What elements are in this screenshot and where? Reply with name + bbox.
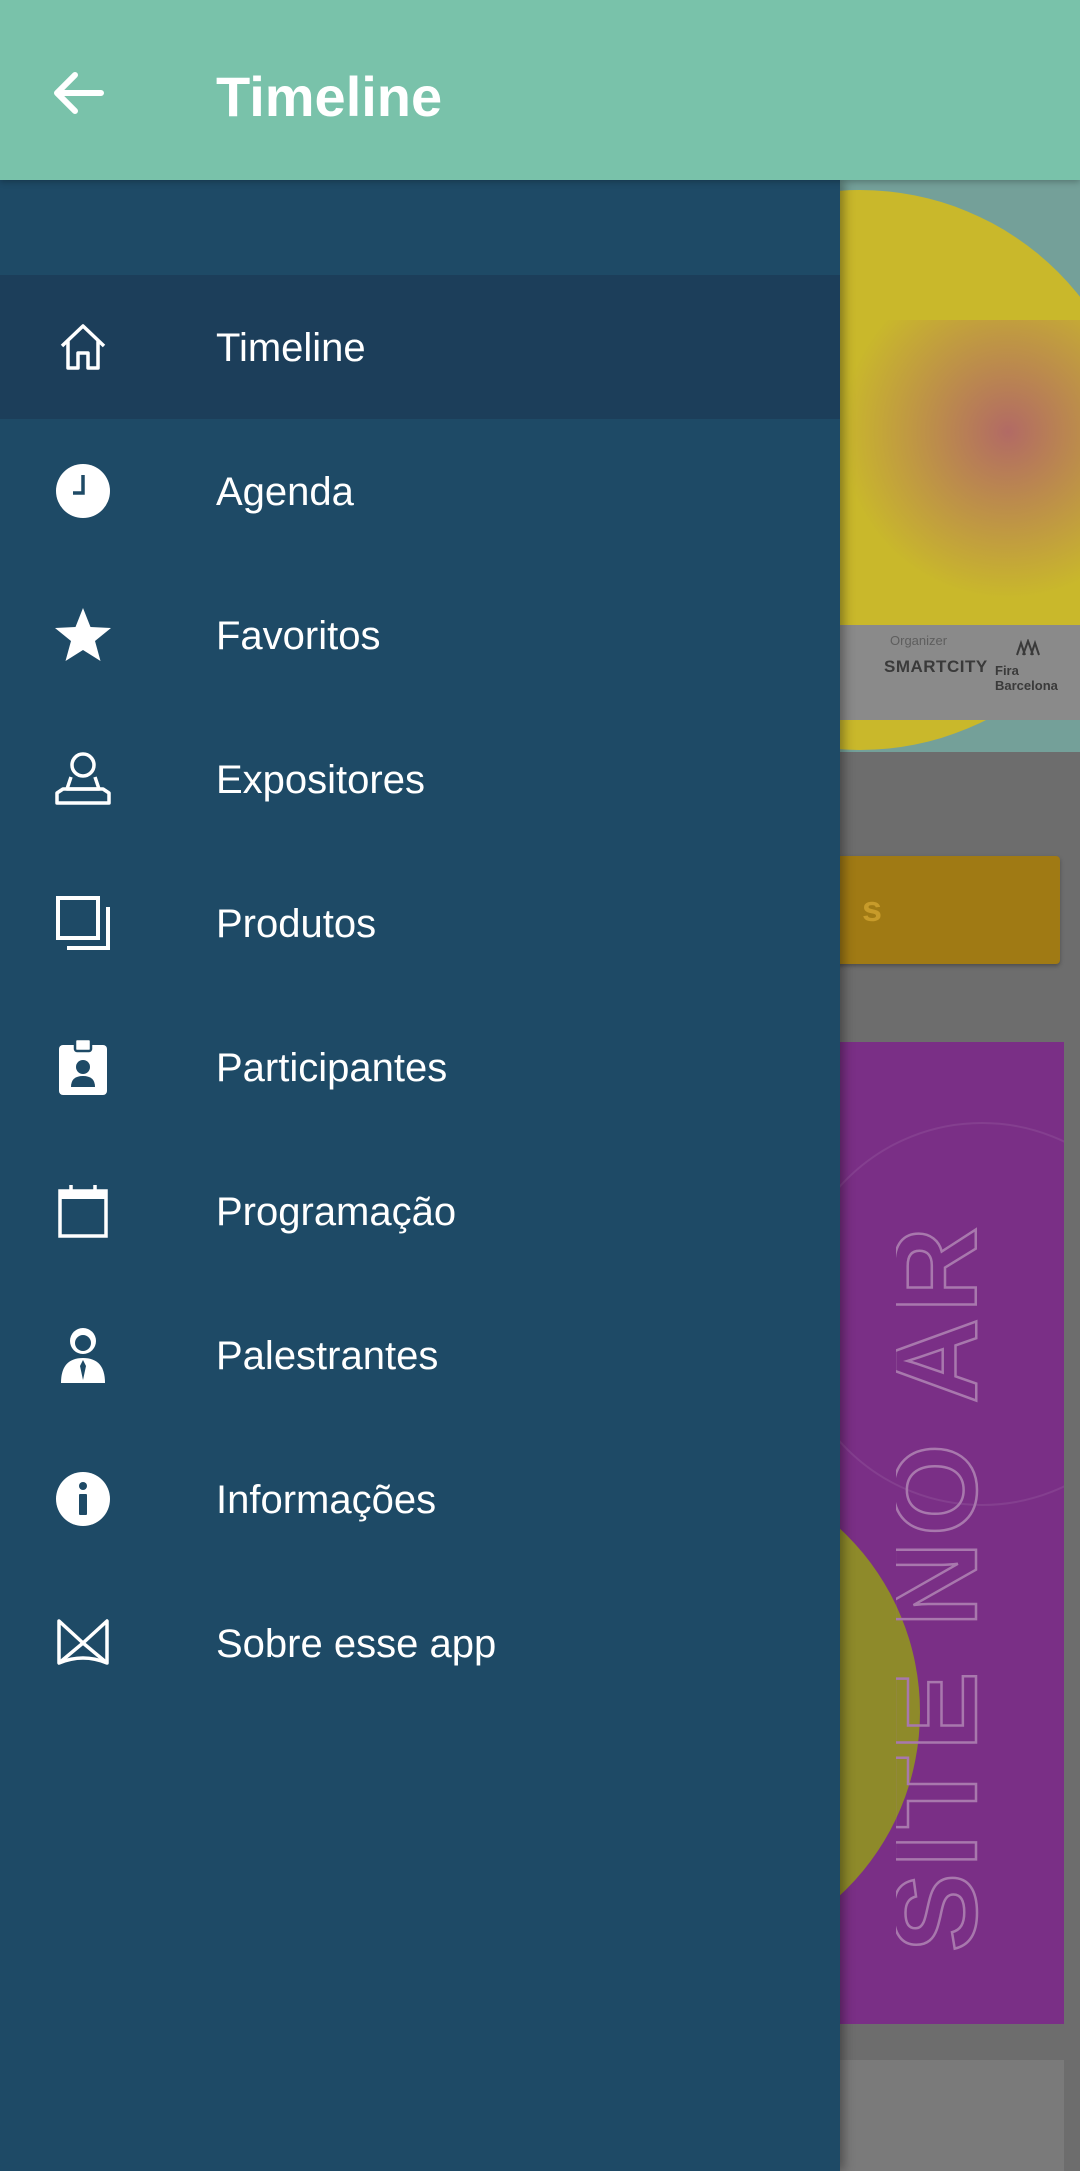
drawer-item-sobre-esse-app[interactable]: Sobre esse app xyxy=(0,1571,840,1715)
banner-overlay xyxy=(840,320,1080,600)
next-card xyxy=(840,2060,1064,2171)
arrow-left-icon[interactable] xyxy=(48,62,110,124)
event-banner: Organizer SMARTCITY Fira Barcelona xyxy=(840,180,1080,752)
star-icon xyxy=(52,608,114,661)
drawer-item-label: Produtos xyxy=(216,902,377,946)
badge-icon xyxy=(52,1037,114,1095)
banner-logos: Organizer SMARTCITY Fira Barcelona xyxy=(840,625,1080,720)
drawer-item-label: Timeline xyxy=(216,326,366,370)
drawer-item-timeline[interactable]: Timeline xyxy=(0,275,840,419)
speaker-icon xyxy=(52,1328,114,1383)
smartcity-logo: SMARTCITY xyxy=(884,657,988,676)
drawer-item-label: Agenda xyxy=(216,470,354,514)
promo-card-title: SITE NO AR xyxy=(896,1220,1003,1953)
products-icon xyxy=(52,896,114,950)
exhibitor-icon xyxy=(52,752,114,805)
drawer-item-label: Expositores xyxy=(216,758,425,802)
clock-icon xyxy=(52,464,114,518)
promo-card: SITE NO AR xyxy=(840,1042,1064,2024)
timeline-content-dimmed: Organizer SMARTCITY Fira Barcelona s SIT… xyxy=(840,180,1080,2171)
drawer-item-expositores[interactable]: Expositores xyxy=(0,707,840,851)
drawer-item-label: Palestrantes xyxy=(216,1334,439,1378)
calendar-icon xyxy=(52,1185,114,1238)
info-icon xyxy=(52,1472,114,1526)
fira-barcelona-logo-mark xyxy=(1016,639,1040,656)
drawer-item-palestrantes[interactable]: Palestrantes xyxy=(0,1283,840,1427)
navigation-drawer: Timeline Agenda Favoritos Expositores Pr… xyxy=(0,180,840,2171)
cta-button-label: s xyxy=(862,888,883,929)
drawer-menu: Timeline Agenda Favoritos Expositores Pr… xyxy=(0,275,840,1715)
drawer-item-label: Informações xyxy=(216,1478,437,1522)
about-app-icon xyxy=(52,1617,114,1669)
drawer-item-label: Sobre esse app xyxy=(216,1622,497,1666)
drawer-item-informacoes[interactable]: Informações xyxy=(0,1427,840,1571)
drawer-item-participantes[interactable]: Participantes xyxy=(0,995,840,1139)
fira-barcelona-logo: Fira Barcelona xyxy=(995,663,1058,693)
drawer-item-favoritos[interactable]: Favoritos xyxy=(0,563,840,707)
drawer-item-produtos[interactable]: Produtos xyxy=(0,851,840,995)
svg-text:SITE NO AR: SITE NO AR xyxy=(896,1221,1002,1952)
home-icon xyxy=(52,321,114,373)
drawer-item-programacao[interactable]: Programação xyxy=(0,1139,840,1283)
page-title: Timeline xyxy=(216,65,443,128)
drawer-item-label: Participantes xyxy=(216,1046,448,1090)
drawer-item-agenda[interactable]: Agenda xyxy=(0,419,840,563)
cta-button: s xyxy=(840,856,1060,964)
app-bar: Timeline xyxy=(0,0,1080,180)
drawer-item-label: Programação xyxy=(216,1190,457,1234)
drawer-item-label: Favoritos xyxy=(216,614,381,658)
organizer-label: Organizer xyxy=(890,633,948,648)
